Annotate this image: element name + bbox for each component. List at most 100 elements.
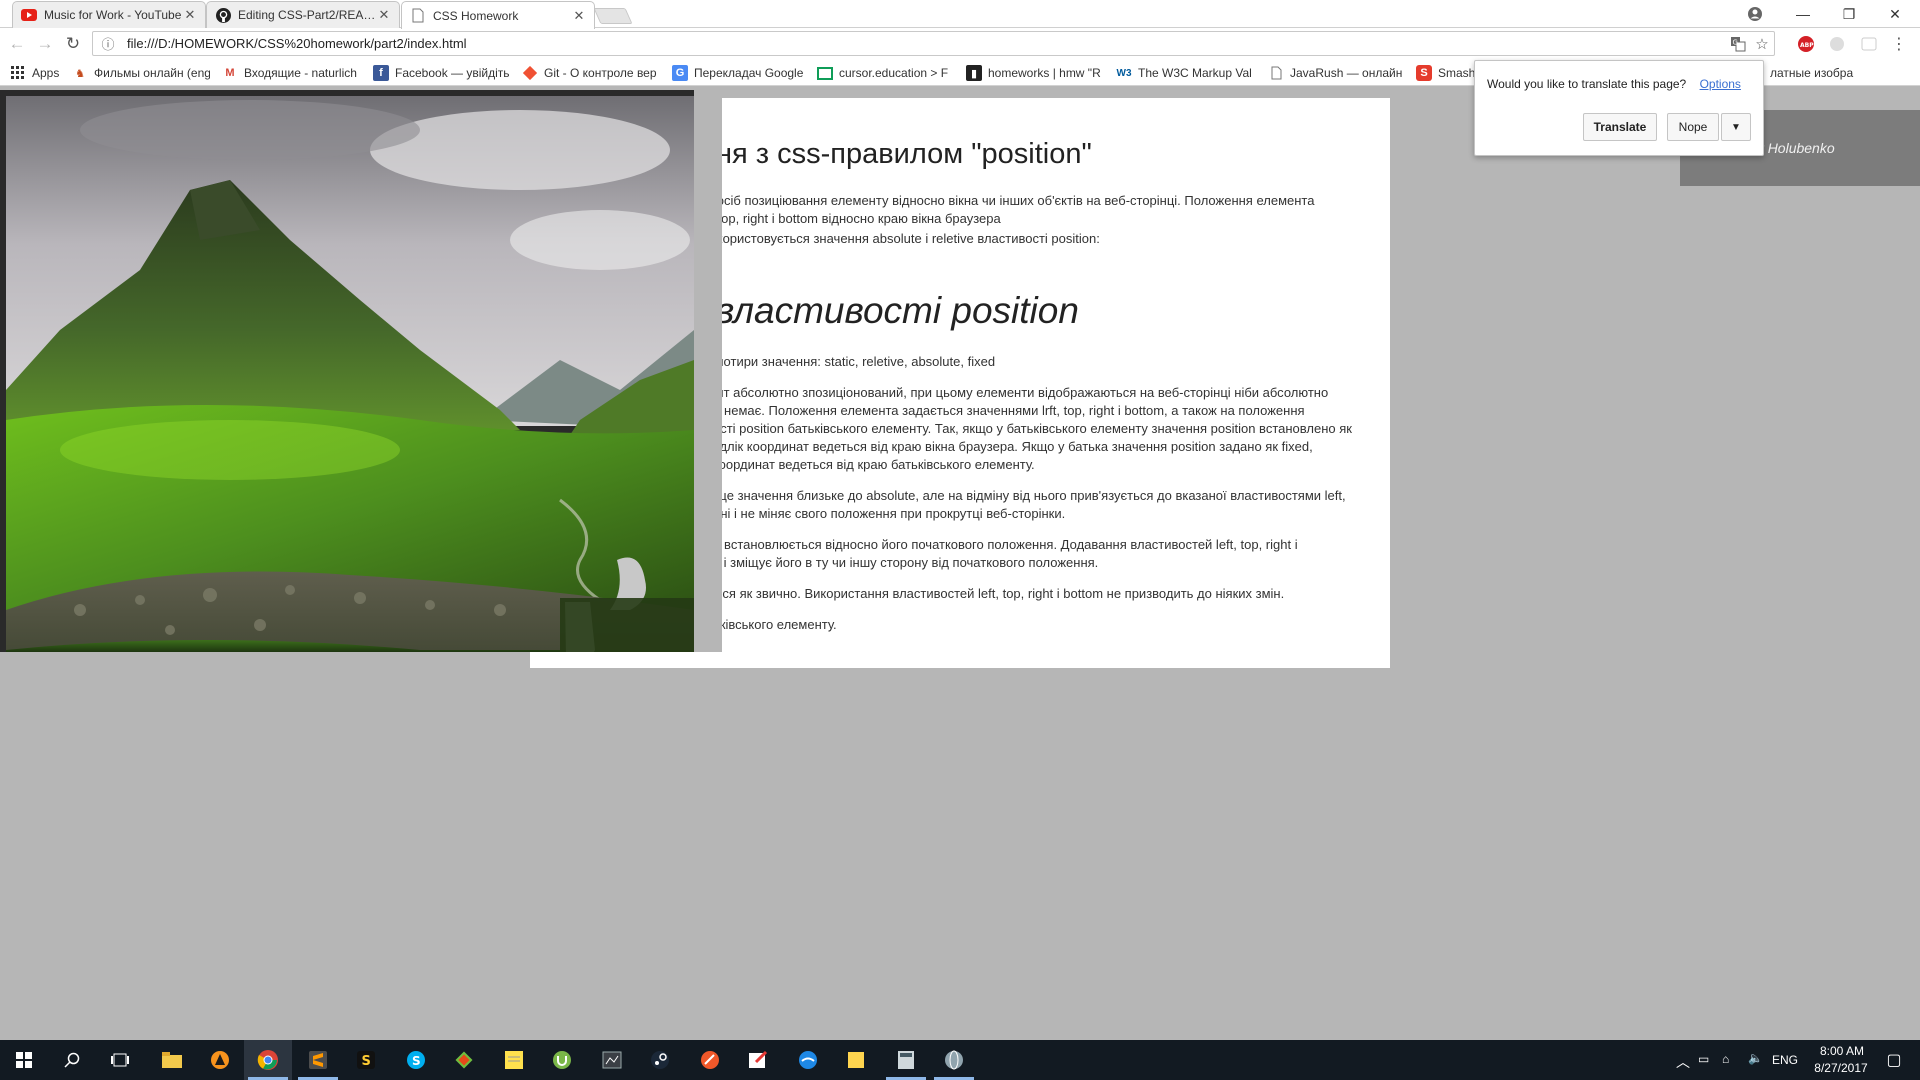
- taskbar-app-blue[interactable]: [784, 1040, 832, 1080]
- absolute-paragraph: емент абсолютно зпозиціонований, при цьо…: [693, 385, 1352, 472]
- extension-icon[interactable]: [1858, 33, 1880, 55]
- clock-time[interactable]: 8:00 AM: [1812, 1044, 1872, 1058]
- static-paragraph: аються як звичнo. Використання властивос…: [693, 586, 1285, 601]
- back-button[interactable]: ←: [6, 33, 28, 55]
- page-viewport: ння з css-правилом "position" є спосіб п…: [0, 86, 1920, 1040]
- bookmark-google-translate[interactable]: G Перекладач Google: [672, 64, 812, 82]
- windows-icon: [16, 1052, 32, 1068]
- reload-button[interactable]: ↻: [62, 33, 84, 55]
- info-icon[interactable]: ⓘ: [97, 34, 119, 53]
- bookmark-apps[interactable]: Apps: [10, 64, 68, 82]
- translate-menu-button[interactable]: ▼: [1721, 113, 1751, 141]
- options-link[interactable]: Options: [1700, 77, 1741, 91]
- paint-icon: [749, 1050, 768, 1068]
- address-bar[interactable]: ⓘ file:///D:/HOMEWORK/CSS%20homework/par…: [92, 31, 1775, 56]
- git-icon: [522, 65, 538, 81]
- bookmark-git[interactable]: Git - О контроле вер: [522, 64, 658, 82]
- bookmark-smashing[interactable]: S Smash: [1416, 64, 1476, 82]
- new-tab-button[interactable]: [593, 8, 633, 24]
- bookmark-gmail[interactable]: M Входящие - naturlich: [222, 64, 362, 82]
- close-icon[interactable]: ✕: [377, 7, 391, 23]
- chrome-icon: [257, 1050, 278, 1070]
- taskbar-app-notes-2[interactable]: [832, 1040, 880, 1080]
- url-text[interactable]: file:///D:/HOMEWORK/CSS%20homework/part2…: [127, 36, 1726, 51]
- app-icon: [455, 1051, 473, 1069]
- w3c-icon: W3: [1116, 67, 1132, 79]
- bookmark-facebook[interactable]: f Facebook — увійдіть: [373, 64, 511, 82]
- search-button[interactable]: [48, 1040, 96, 1080]
- search-icon: [64, 1052, 80, 1068]
- close-window-button[interactable]: ✕: [1872, 0, 1918, 28]
- taskbar-app-steam[interactable]: [636, 1040, 684, 1080]
- adblock-icon[interactable]: ABP: [1795, 33, 1817, 55]
- taskbar-app-window[interactable]: [588, 1040, 636, 1080]
- task-view-button[interactable]: [96, 1040, 144, 1080]
- taskbar-app-sublime[interactable]: [294, 1040, 342, 1080]
- relative-paragraph: ента встановлюється відносно його початк…: [693, 537, 1298, 570]
- nope-button[interactable]: Nope: [1667, 113, 1719, 141]
- task-view-icon: [111, 1053, 129, 1067]
- taskbar-app-notes[interactable]: [490, 1040, 538, 1080]
- battery-icon[interactable]: ▭: [1698, 1052, 1709, 1066]
- taskbar-app-calc[interactable]: [882, 1040, 930, 1080]
- show-hidden-icons[interactable]: ︿: [1676, 1052, 1690, 1072]
- volume-icon[interactable]: 🔈: [1748, 1051, 1763, 1065]
- skype-icon: S: [407, 1051, 425, 1069]
- star-icon[interactable]: ☆: [1750, 33, 1774, 55]
- sticky-notes-icon: [505, 1051, 523, 1069]
- section-heading: я властивості position: [685, 290, 1079, 331]
- bookmark-cursor-education[interactable]: cursor.education > F: [817, 64, 953, 82]
- profile-icon[interactable]: [1732, 0, 1778, 28]
- apps-grid-icon: [10, 65, 26, 81]
- toolbar: ← → ↻ ⓘ file:///D:/HOMEWORK/CSS%20homewo…: [0, 28, 1920, 60]
- taskbar: S S ︿ ▭ ⌂ 🔈 ENG 8:00 AM 8/27/2017 ▢: [0, 1040, 1920, 1080]
- close-icon[interactable]: ✕: [572, 8, 586, 24]
- taskbar-app-chrome[interactable]: [244, 1040, 292, 1080]
- bookmark-films[interactable]: ♞ Фильмы онлайн (eng: [72, 64, 210, 82]
- translate-icon[interactable]: G: [1726, 33, 1750, 55]
- bookmark-javarush[interactable]: JavaRush — онлайн-: [1268, 64, 1402, 82]
- taskbar-app-s[interactable]: S: [342, 1040, 390, 1080]
- translate-bubble: Would you like to translate this page? O…: [1474, 60, 1764, 156]
- restore-button[interactable]: ❐: [1826, 0, 1872, 28]
- translate-button[interactable]: Translate: [1583, 113, 1657, 141]
- app-window-icon: [602, 1051, 622, 1069]
- taskbar-app-utorrent[interactable]: [538, 1040, 586, 1080]
- taskbar-app-file-explorer[interactable]: [148, 1040, 196, 1080]
- spreadsheet-icon: [817, 66, 833, 80]
- fixed-paragraph: кою це значення близьке до absolute, але…: [693, 488, 1346, 521]
- tab-css-homework[interactable]: CSS Homework ✕: [401, 1, 595, 29]
- taskbar-app-skype[interactable]: S: [392, 1040, 440, 1080]
- steam-icon: [651, 1051, 669, 1069]
- minimize-button[interactable]: —: [1780, 0, 1826, 28]
- bookmark-w3c[interactable]: W3 The W3C Markup Val: [1116, 64, 1254, 82]
- close-icon[interactable]: ✕: [183, 7, 197, 23]
- intro-paragraph: є спосіб позиціювання елементу відносно …: [693, 193, 1315, 226]
- film-icon: ♞: [75, 67, 85, 80]
- taskbar-app-colorful[interactable]: [440, 1040, 488, 1080]
- tab-github[interactable]: Editing CSS-Part2/README ✕: [206, 1, 400, 28]
- bookmark-homeworks[interactable]: ▮ homeworks | hmw "R: [966, 64, 1106, 82]
- menu-icon[interactable]: ⋮: [1888, 33, 1910, 55]
- puzzle-image: [0, 90, 722, 652]
- taskbar-app-globe[interactable]: [930, 1040, 978, 1080]
- language-indicator[interactable]: ENG: [1772, 1053, 1798, 1067]
- bookmark-images[interactable]: латные изобра: [1770, 64, 1910, 82]
- svg-text:G: G: [1733, 38, 1738, 46]
- intro-paragraph-2: т використовується значення absolute і r…: [693, 231, 1100, 246]
- taskbar-app-avast[interactable]: [196, 1040, 244, 1080]
- gmail-icon: M: [225, 67, 235, 79]
- page-title: ння з css-правилом "position": [700, 138, 1092, 170]
- svg-text:S: S: [412, 1054, 421, 1068]
- sublime-text-icon: [309, 1051, 327, 1069]
- network-icon[interactable]: ⌂: [1722, 1052, 1729, 1066]
- start-button[interactable]: [0, 1040, 48, 1080]
- tab-youtube[interactable]: Music for Work - YouTube ✕: [12, 1, 206, 28]
- extension-icon[interactable]: [1826, 33, 1848, 55]
- taskbar-app-paint[interactable]: [734, 1040, 782, 1080]
- clock-date[interactable]: 8/27/2017: [1808, 1061, 1874, 1075]
- app-icon: [898, 1051, 914, 1069]
- taskbar-app-orange[interactable]: [686, 1040, 734, 1080]
- notifications-icon[interactable]: ▢: [1880, 1050, 1908, 1070]
- forward-button[interactable]: →: [34, 33, 56, 55]
